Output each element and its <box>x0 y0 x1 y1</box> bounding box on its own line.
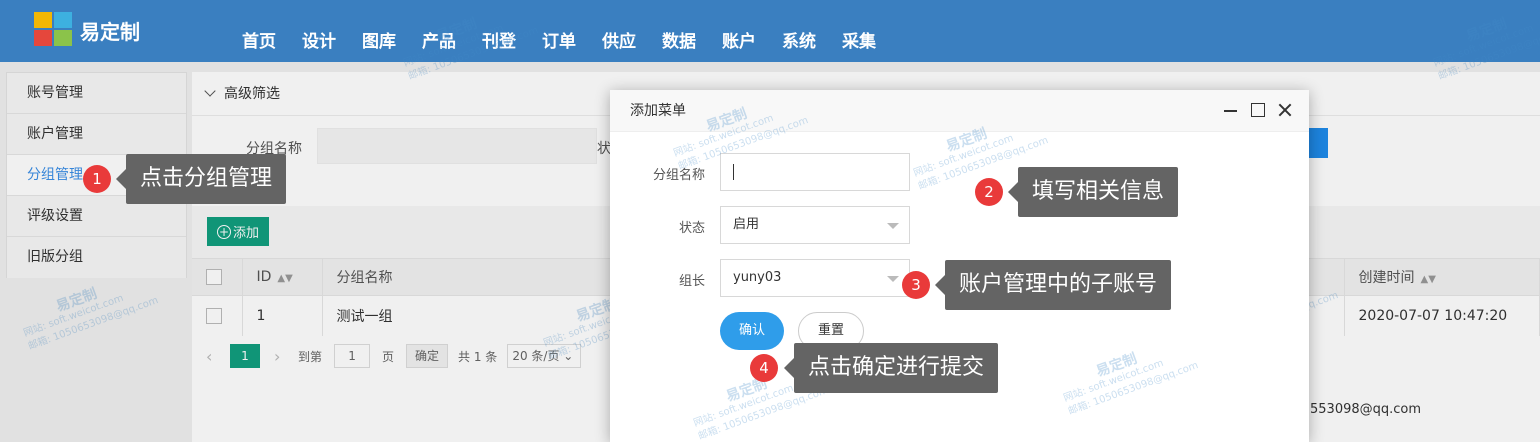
status-value: 启用 <box>733 217 760 232</box>
brand-logo[interactable]: 易定制 <box>34 12 140 48</box>
group-name-label: 分组名称 <box>652 168 705 183</box>
logo-mark-icon <box>34 12 74 48</box>
leader-select[interactable]: yuny03 <box>720 259 910 297</box>
nav-item-home[interactable]: 首页 <box>242 27 276 52</box>
caret-down-icon <box>887 223 899 229</box>
dialog-header: 添加菜单 <box>610 90 1309 132</box>
nav-item-gallery[interactable]: 图库 <box>362 27 396 52</box>
group-name-input[interactable] <box>720 153 910 191</box>
watermark-mail: 邮箱: 1050653098@qq.com <box>696 385 830 442</box>
brand-name: 易定制 <box>80 19 140 44</box>
leader-label: 组长 <box>678 274 705 289</box>
step-badge-1: 1 <box>83 165 111 193</box>
text-cursor <box>733 163 734 180</box>
nav-item-collect[interactable]: 采集 <box>842 27 876 52</box>
callout-sub-account: 账户管理中的子账号 <box>934 260 1172 310</box>
watermark-brand: 易定制 <box>1094 350 1140 381</box>
status-select[interactable]: 启用 <box>720 206 910 244</box>
step-badge-3: 3 <box>902 271 930 299</box>
leader-value: yuny03 <box>733 270 782 285</box>
nav-item-orders[interactable]: 订单 <box>542 27 576 52</box>
close-icon[interactable] <box>1277 102 1293 118</box>
callout-click-confirm: 点击确定进行提交 <box>783 343 999 393</box>
step-badge-4: 4 <box>750 354 778 382</box>
watermark-site: 网站: soft.weicot.com <box>1062 357 1166 405</box>
top-navbar: 易定制 首页 设计 图库 产品 刊登 订单 供应 数据 账户 系统 采集 <box>0 0 1540 62</box>
callout-fill-info: 填写相关信息 <box>1007 167 1179 217</box>
watermark-site: 网站: soft.weicot.com <box>912 132 1016 180</box>
dialog-title: 添加菜单 <box>630 103 686 119</box>
nav-item-data[interactable]: 数据 <box>662 27 696 52</box>
nav-item-system[interactable]: 系统 <box>782 27 816 52</box>
nav-item-listing[interactable]: 刊登 <box>482 27 516 52</box>
confirm-button[interactable]: 确认 <box>720 312 784 350</box>
minimize-icon[interactable] <box>1223 102 1239 118</box>
dialog-controls <box>1223 102 1293 118</box>
watermark: 易定制网站: soft.weicot.com邮箱: 1050653098@qq.… <box>1057 333 1200 419</box>
watermark-site: 网站: soft.weicot.com <box>692 382 796 430</box>
caret-down-icon <box>887 276 899 282</box>
main-nav: 首页 设计 图库 产品 刊登 订单 供应 数据 账户 系统 采集 <box>242 27 902 52</box>
nav-item-supply[interactable]: 供应 <box>602 27 636 52</box>
maximize-icon[interactable] <box>1251 103 1265 117</box>
nav-item-design[interactable]: 设计 <box>302 27 336 52</box>
nav-item-products[interactable]: 产品 <box>422 27 456 52</box>
watermark-mail: 邮箱: 1050653098@qq.com <box>1066 360 1200 418</box>
step-badge-2: 2 <box>975 178 1003 206</box>
status-label: 状态 <box>678 221 705 236</box>
nav-item-account[interactable]: 账户 <box>722 27 756 52</box>
callout-click-group-management: 点击分组管理 <box>115 154 287 204</box>
